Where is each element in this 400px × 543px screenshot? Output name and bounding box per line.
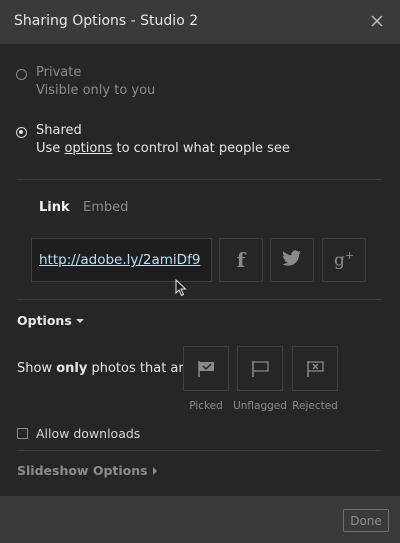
divider bbox=[17, 299, 381, 300]
slideshow-options-toggle[interactable]: Slideshow Options bbox=[17, 463, 157, 478]
tab-embed[interactable]: Embed bbox=[83, 200, 128, 215]
show-prefix: Show bbox=[17, 361, 53, 376]
unflagged-filter-button[interactable] bbox=[237, 346, 283, 391]
allow-downloads-label[interactable]: Allow downloads bbox=[36, 426, 140, 441]
sharing-options-dialog: Sharing Options - Studio 2 Private Visib… bbox=[0, 0, 400, 543]
rejected-caption: Rejected bbox=[292, 400, 338, 412]
picked-filter-button[interactable] bbox=[183, 346, 229, 391]
facebook-icon: f bbox=[236, 248, 246, 272]
facebook-share-button[interactable]: f bbox=[219, 238, 263, 282]
shared-label: Shared bbox=[36, 123, 82, 138]
close-icon[interactable] bbox=[366, 10, 388, 32]
show-only-label: Show only photos that are bbox=[17, 361, 191, 376]
mouse-pointer-icon bbox=[175, 278, 187, 301]
slideshow-options-label: Slideshow Options bbox=[17, 463, 148, 478]
twitter-icon bbox=[282, 250, 302, 270]
google-plus-share-button[interactable]: g+ bbox=[322, 238, 366, 282]
unflagged-caption: Unflagged bbox=[233, 400, 287, 412]
dialog-titlebar: Sharing Options - Studio 2 bbox=[0, 0, 400, 44]
picked-flag-icon bbox=[198, 361, 214, 377]
tab-link[interactable]: Link bbox=[39, 200, 70, 215]
rejected-flag-icon bbox=[307, 361, 324, 377]
dialog-footer bbox=[0, 496, 400, 543]
caret-right-icon bbox=[152, 467, 157, 475]
shared-description: Use options to control what people see bbox=[36, 141, 290, 156]
picked-caption: Picked bbox=[189, 400, 223, 412]
options-header: Options bbox=[17, 313, 72, 328]
share-link-field[interactable]: http://adobe.ly/2amiDf9 bbox=[31, 238, 212, 282]
caret-down-icon bbox=[75, 319, 84, 323]
share-link-url[interactable]: http://adobe.ly/2amiDf9 bbox=[39, 252, 200, 268]
private-radio[interactable] bbox=[16, 69, 27, 80]
options-toggle[interactable]: Options bbox=[17, 313, 84, 328]
twitter-share-button[interactable] bbox=[270, 238, 314, 282]
divider bbox=[17, 179, 381, 180]
options-link[interactable]: options bbox=[64, 141, 112, 156]
private-description: Visible only to you bbox=[36, 83, 156, 98]
shared-radio[interactable] bbox=[16, 127, 27, 138]
shared-description-prefix: Use bbox=[36, 141, 61, 156]
unflagged-flag-icon bbox=[252, 361, 269, 377]
show-only-bold: only bbox=[56, 361, 88, 376]
private-label: Private bbox=[36, 65, 82, 80]
dialog-title: Sharing Options - Studio 2 bbox=[14, 13, 199, 29]
allow-downloads-checkbox[interactable] bbox=[17, 428, 28, 439]
shared-description-suffix: to control what people see bbox=[116, 141, 290, 156]
google-plus-icon: g+ bbox=[333, 249, 355, 271]
show-suffix: photos that are bbox=[91, 361, 192, 376]
done-button[interactable]: Done bbox=[343, 509, 389, 532]
rejected-filter-button[interactable] bbox=[292, 346, 338, 391]
divider bbox=[17, 450, 381, 451]
